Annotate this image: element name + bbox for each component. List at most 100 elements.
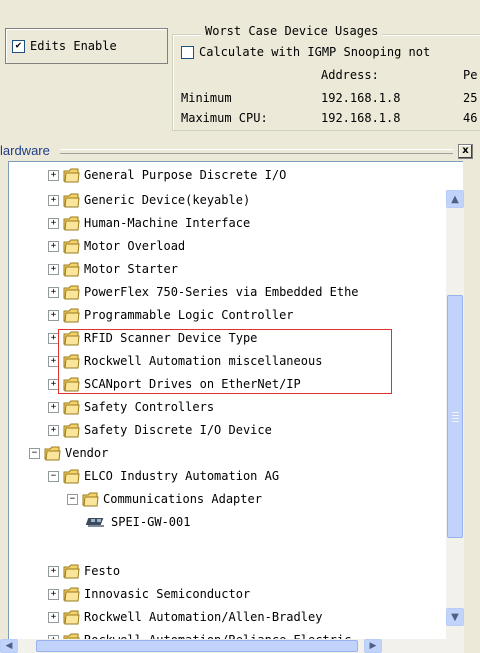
scroll-down-button[interactable]: ▼ [446,608,464,626]
tree-item-label: Rockwell Automation miscellaneous [84,354,323,368]
tree-item-label: Human-Machine Interface [84,216,251,230]
folder-icon [63,262,80,277]
tree-item-label: Safety Discrete I/O Device [84,423,272,437]
tree-item-label: Motor Starter [84,262,178,276]
tree-folder-item[interactable]: + Human-Machine Interface [48,212,250,234]
tree-folder-item[interactable]: + Safety Controllers [48,396,214,418]
maximum-cpu-value: 46 [463,111,478,125]
collapse-icon[interactable]: − [67,493,78,505]
tree-folder-item[interactable]: + General Purpose Discrete I/O [48,164,286,186]
tree-folder-item[interactable]: + SCANport Drives on EtherNet/IP [48,373,301,395]
vertical-scroll-thumb[interactable] [447,295,463,538]
expand-icon[interactable]: + [48,169,59,181]
expand-icon[interactable]: + [48,355,59,367]
folder-icon [82,492,99,507]
folder-icon [63,168,80,183]
folder-icon [44,446,61,461]
minimum-value: 25 [463,91,478,105]
hardware-pane-header: lardware x [0,141,480,161]
collapse-icon[interactable]: − [48,470,59,482]
horizontal-scroll-thumb[interactable] [36,640,358,652]
properties-panel: ✔ Edits Enable Worst Case Device Usages … [0,0,480,142]
tree-folder-item[interactable]: + Festo [48,560,120,582]
tree-item-label: Safety Controllers [84,400,215,414]
expand-icon[interactable]: + [48,424,59,436]
tree-item-label: Motor Overload [84,239,186,253]
expand-icon[interactable]: + [48,240,59,252]
folder-icon [63,193,80,208]
maximum-cpu-address: 192.168.1.8 [321,111,401,125]
expand-icon[interactable]: + [48,217,59,229]
folder-icon [63,331,80,346]
minimum-address: 192.168.1.8 [321,91,401,105]
folder-icon [63,308,80,323]
address-column-header: Address: [321,68,379,82]
tree-item-label: Innovasic Semiconductor [84,587,251,601]
minimum-label: Minimum [181,91,232,105]
hardware-tree-area: + General Purpose Discrete I/O + Generic … [0,161,480,640]
horizontal-scrollbar[interactable]: ◀ ▶ [0,639,464,653]
folder-icon [63,610,80,625]
edits-enable-checkbox[interactable]: ✔ Edits Enable [5,28,168,64]
edits-enable-check-icon[interactable]: ✔ [12,39,25,53]
title-divider [60,149,453,154]
folder-icon [63,469,80,484]
tree-item-label: Vendor [65,446,109,460]
folder-icon [63,285,80,300]
expand-icon[interactable]: + [48,309,59,321]
tree-item-label: RFID Scanner Device Type [84,331,258,345]
expand-icon[interactable]: + [48,286,59,298]
tree-folder-item[interactable]: + RFID Scanner Device Type [48,327,257,349]
igmp-label: Calculate with IGMP Snooping not [199,45,431,59]
scroll-up-button[interactable]: ▲ [446,190,464,208]
expand-icon[interactable]: + [48,378,59,390]
tree-item-label: General Purpose Discrete I/O [84,168,287,182]
worst-case-title: Worst Case Device Usages [201,24,383,38]
tree-folder-item[interactable]: + Motor Starter [48,258,178,280]
tree-folder-item[interactable]: + Rockwell Automation/Allen-Bradley [48,606,322,628]
igmp-snooping-checkbox[interactable]: Calculate with IGMP Snooping not [181,45,430,59]
folder-icon [63,239,80,254]
tree-folder-item[interactable]: + Innovasic Semiconductor [48,583,250,605]
tree-item-label: SPEI-GW-001 [111,515,191,529]
worst-case-groupbox: Worst Case Device Usages Calculate with … [172,24,480,131]
hardware-pane-title: lardware [0,143,50,158]
tree-folder-item[interactable]: + Programmable Logic Controller [48,304,294,326]
tree-item-label: ELCO Industry Automation AG [84,469,280,483]
tree-folder-item[interactable]: − Communications Adapter [67,488,262,510]
tree-folder-item[interactable]: − ELCO Industry Automation AG [48,465,279,487]
tree-folder-item[interactable]: + Motor Overload [48,235,185,257]
folder-icon [63,587,80,602]
pe-column-header: Pe [463,68,478,82]
tree-folder-item[interactable]: + Generic Device(keyable) [48,189,250,211]
tree-item-label: PowerFlex 750-Series via Embedded Ethe [84,285,359,299]
maximum-cpu-label: Maximum CPU: [181,111,268,125]
expand-icon[interactable]: + [48,401,59,413]
vertical-scrollbar[interactable]: ▲ ▼ [446,190,464,642]
edits-enable-label: Edits Enable [30,39,117,53]
expand-icon[interactable]: + [48,194,59,206]
folder-icon [63,354,80,369]
close-icon[interactable]: x [458,144,473,159]
hardware-tree[interactable]: + General Purpose Discrete I/O + Generic … [8,161,463,640]
folder-icon [63,423,80,438]
igmp-check-icon[interactable] [181,45,194,59]
expand-icon[interactable]: + [48,263,59,275]
expand-icon[interactable]: + [48,565,59,577]
expand-icon[interactable]: + [48,611,59,623]
folder-icon [63,216,80,231]
tree-folder-item[interactable]: + Rockwell Automation miscellaneous [48,350,322,372]
tree-device-item[interactable]: SPEI-GW-001 [85,511,191,533]
expand-icon[interactable]: + [48,332,59,344]
tree-item-label: Rockwell Automation/Allen-Bradley [84,610,323,624]
scroll-left-button[interactable]: ◀ [0,639,18,653]
collapse-icon[interactable]: − [29,447,40,459]
tree-folder-item[interactable]: + Safety Discrete I/O Device [48,419,272,441]
scroll-right-button[interactable]: ▶ [364,639,382,653]
tree-folder-item[interactable]: − Vendor [29,442,108,464]
expand-icon[interactable]: + [48,588,59,600]
tree-item-label: SCANport Drives on EtherNet/IP [84,377,301,391]
folder-icon [63,400,80,415]
tree-folder-item[interactable]: + PowerFlex 750-Series via Embedded Ethe [48,281,359,303]
tree-item-label: Generic Device(keyable) [84,193,251,207]
